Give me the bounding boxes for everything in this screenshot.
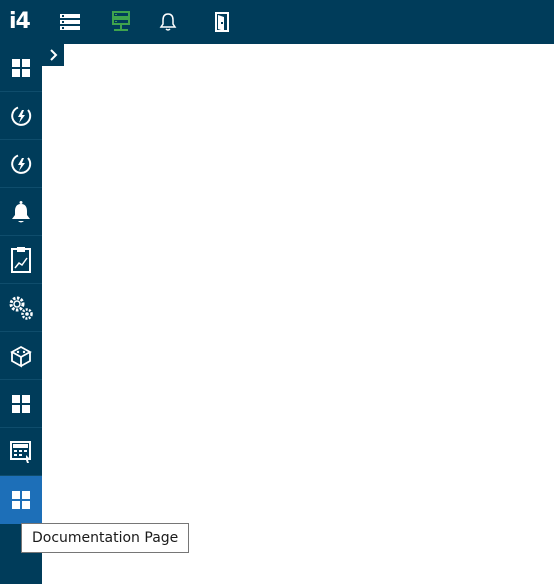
expand-sidebar-button[interactable] (42, 44, 64, 66)
sidebar-item-energy-2[interactable] (0, 140, 42, 188)
sidebar-tooltip: Documentation Page (21, 523, 190, 553)
alarm-bell-icon (12, 200, 30, 222)
calculator-monitor-icon (10, 440, 31, 463)
logout-door-icon[interactable] (210, 10, 234, 34)
dashboard-grid-icon (12, 58, 30, 77)
modules-cube-icon (10, 345, 32, 368)
settings-gears-icon (9, 296, 33, 320)
chevron-right-icon (50, 49, 58, 61)
energy-bolt-icon (11, 154, 32, 174)
sidebar-nav (0, 44, 42, 584)
server-list-icon[interactable] (58, 10, 82, 34)
sidebar-item-calculator[interactable] (0, 428, 42, 476)
sidebar-item-energy-1[interactable] (0, 92, 42, 140)
sidebar-item-documentation[interactable] (0, 476, 42, 524)
sidebar-item-alarms[interactable] (0, 188, 42, 236)
dashboard-grid-icon (12, 394, 30, 413)
top-bar: i4 (0, 0, 554, 44)
dashboard-grid-icon (12, 490, 30, 509)
server-status-icon[interactable] (109, 10, 133, 34)
sidebar-item-modules[interactable] (0, 332, 42, 380)
app-logo[interactable]: i4 (9, 9, 31, 35)
sidebar-item-settings[interactable] (0, 284, 42, 332)
clipboard-chart-icon (11, 246, 31, 273)
energy-bolt-icon (11, 106, 32, 126)
sidebar-item-reports[interactable] (0, 236, 42, 284)
notification-bell-icon[interactable] (156, 10, 180, 34)
sidebar-item-dashboard-2[interactable] (0, 380, 42, 428)
sidebar-item-dashboard[interactable] (0, 44, 42, 92)
